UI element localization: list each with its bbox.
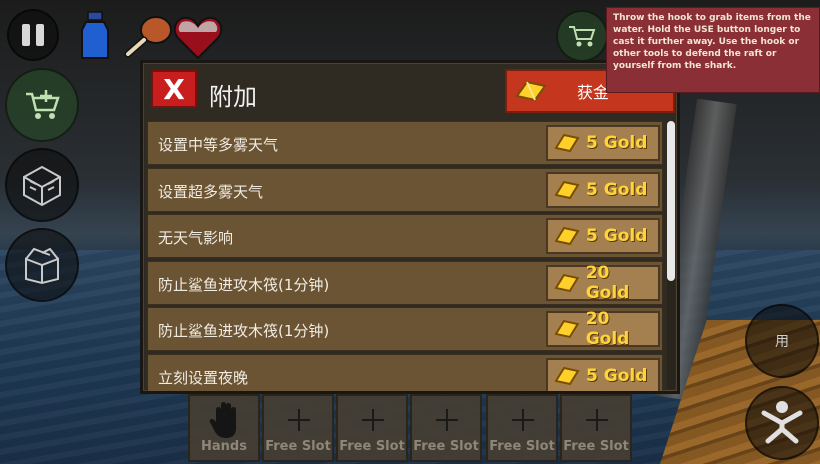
buy-button[interactable]: 5 Gold	[546, 358, 660, 391]
slot-label: Free Slot	[563, 439, 629, 454]
plus-icon	[512, 409, 534, 431]
slot-label: Free Slot	[339, 439, 405, 454]
gold-bar-icon	[554, 180, 580, 200]
list-item: 无天气影响 5 Gold	[147, 214, 663, 258]
item-label: 防止鲨鱼进攻木筏(1分钟)	[158, 322, 330, 340]
pause-button[interactable]	[7, 9, 59, 61]
cart-add-icon	[26, 90, 60, 119]
hotbar-slot-hands[interactable]: Hands	[188, 394, 260, 462]
crafting-crate-button[interactable]	[5, 148, 79, 222]
item-label: 防止鲨鱼进攻木筏(1分钟)	[158, 276, 330, 294]
price-label: 5 Gold	[586, 366, 648, 386]
price-label: 20 Gold	[585, 263, 630, 303]
price-label: 5 Gold	[586, 226, 648, 246]
list-item: 立刻设置夜晚 5 Gold	[147, 354, 663, 391]
water-bottle-icon	[81, 11, 109, 59]
open-box-icon	[25, 247, 59, 285]
buy-button[interactable]: 5 Gold	[546, 172, 660, 208]
slot-label: Free Slot	[265, 439, 331, 454]
list-scrollbar[interactable]	[667, 121, 675, 389]
hand-icon	[209, 402, 236, 438]
hotbar: Hands Free Slot Free Slot Free Slot Free…	[188, 394, 638, 464]
use-label: 用	[775, 334, 789, 350]
panel-header: X 附加 获金	[143, 63, 677, 121]
hotbar-slot[interactable]: Free Slot	[336, 394, 408, 462]
price-label: 20 Gold	[585, 309, 630, 349]
list-item: 防止鲨鱼进攻木筏(1分钟) 20 Gold	[147, 307, 663, 351]
buy-button[interactable]: 20 Gold	[546, 309, 660, 349]
additions-panel: X 附加 获金 设置中等多雾天气 5 Gold 设置超多雾天气 5 Gold 无…	[140, 60, 680, 394]
jump-person-icon	[761, 401, 803, 444]
get-gold-label: 获金	[577, 83, 610, 102]
gold-bar-icon	[554, 366, 580, 386]
slot-label: Free Slot	[489, 439, 555, 454]
addition-list: 设置中等多雾天气 5 Gold 设置超多雾天气 5 Gold 无天气影响 5 G…	[147, 121, 663, 391]
pause-icon-bar	[36, 24, 44, 46]
plus-icon	[362, 409, 384, 431]
gold-bar-icon	[554, 133, 580, 153]
shop-add-button[interactable]	[5, 68, 79, 142]
gold-bar-icon	[554, 226, 580, 246]
item-label: 无天气影响	[158, 229, 234, 247]
cart-icon	[569, 26, 596, 47]
hotbar-slot[interactable]: Free Slot	[410, 394, 482, 462]
price-label: 5 Gold	[586, 180, 648, 200]
slot-label: Hands	[201, 439, 247, 454]
inventory-box-button[interactable]	[5, 228, 79, 302]
buy-button[interactable]: 20 Gold	[546, 263, 660, 303]
plus-icon	[436, 409, 458, 431]
gold-bar-icon	[554, 319, 580, 339]
pause-icon	[22, 24, 30, 46]
buy-button[interactable]: 5 Gold	[546, 125, 660, 161]
buy-button[interactable]: 5 Gold	[546, 218, 660, 254]
crate-icon	[23, 165, 61, 207]
jump-button[interactable]	[745, 386, 819, 460]
health-heart-icon	[173, 16, 223, 60]
close-button[interactable]: X	[151, 70, 197, 108]
food-drumstick-icon	[124, 16, 172, 58]
plus-icon	[586, 409, 608, 431]
plus-icon	[288, 409, 310, 431]
hotbar-slot[interactable]: Free Slot	[560, 394, 632, 462]
hook-tooltip: Throw the hook to grab items from the wa…	[606, 7, 820, 93]
item-label: 设置超多雾天气	[158, 183, 264, 201]
use-button[interactable]: 用	[745, 304, 819, 378]
price-label: 5 Gold	[586, 133, 648, 153]
shop-cart-button[interactable]	[556, 10, 608, 62]
list-item: 设置超多雾天气 5 Gold	[147, 168, 663, 212]
status-icons	[78, 8, 228, 64]
hotbar-slot[interactable]: Free Slot	[262, 394, 334, 462]
panel-title: 附加	[209, 83, 257, 111]
gold-bar-icon	[554, 273, 580, 293]
hotbar-slot[interactable]: Free Slot	[486, 394, 558, 462]
slot-label: Free Slot	[413, 439, 479, 454]
item-label: 立刻设置夜晚	[158, 369, 249, 387]
item-label: 设置中等多雾天气	[158, 136, 279, 154]
list-item: 防止鲨鱼进攻木筏(1分钟) 20 Gold	[147, 261, 663, 305]
gold-bar-icon	[515, 80, 547, 102]
list-item: 设置中等多雾天气 5 Gold	[147, 121, 663, 165]
scrollbar-thumb[interactable]	[667, 121, 675, 281]
